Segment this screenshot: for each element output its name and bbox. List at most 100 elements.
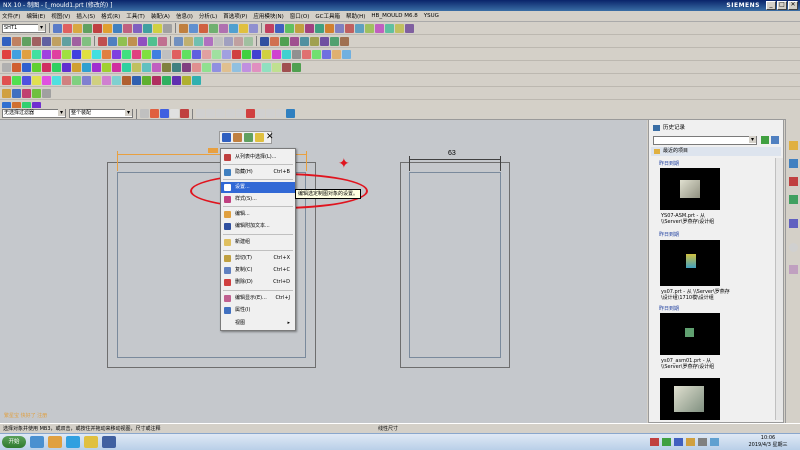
tool-aa-icon[interactable] bbox=[262, 62, 271, 72]
tray-icon-4[interactable] bbox=[686, 438, 695, 446]
tool-m-icon[interactable] bbox=[122, 62, 131, 72]
menu-item-hide[interactable]: 隐藏(H) Ctrl+B bbox=[221, 167, 295, 178]
dim-5-icon[interactable] bbox=[300, 36, 309, 46]
mold-31-icon[interactable] bbox=[302, 49, 311, 59]
point-icon[interactable] bbox=[214, 36, 223, 46]
mold-4-icon[interactable] bbox=[32, 49, 41, 59]
row5-h-icon[interactable] bbox=[72, 75, 81, 85]
spline-icon[interactable] bbox=[315, 23, 324, 33]
grid-icon[interactable] bbox=[184, 36, 193, 46]
maximize-button[interactable]: □ bbox=[777, 1, 787, 10]
layer-icon[interactable] bbox=[194, 36, 203, 46]
tool-x-icon[interactable] bbox=[232, 62, 241, 72]
origin-icon[interactable] bbox=[204, 36, 213, 46]
mold-5-icon[interactable] bbox=[42, 49, 51, 59]
snap-endpoint-icon[interactable] bbox=[196, 109, 205, 118]
snap-icon[interactable] bbox=[174, 36, 183, 46]
row5-d-icon[interactable] bbox=[32, 75, 41, 85]
row5-c-icon[interactable] bbox=[22, 75, 31, 85]
close-button[interactable]: ✕ bbox=[788, 1, 798, 10]
tool-z-icon[interactable] bbox=[252, 62, 261, 72]
menu-applications[interactable]: 应用模块(N) bbox=[253, 12, 283, 20]
note-icon[interactable] bbox=[239, 23, 248, 33]
menu-edit[interactable]: 编辑(E) bbox=[26, 12, 45, 20]
part-thumbnail[interactable] bbox=[660, 313, 720, 355]
projected-view-icon[interactable] bbox=[113, 23, 122, 33]
circle-icon[interactable] bbox=[285, 23, 294, 33]
dim-4-icon[interactable] bbox=[290, 36, 299, 46]
dimension-line[interactable] bbox=[409, 159, 501, 160]
palette-tab-icon[interactable] bbox=[789, 195, 798, 204]
menu-window[interactable]: 窗口(O) bbox=[290, 12, 310, 20]
tool-l-icon[interactable] bbox=[112, 62, 121, 72]
text-style-icon[interactable] bbox=[222, 133, 231, 142]
row5-a-icon[interactable] bbox=[2, 75, 11, 85]
row5-r-icon[interactable] bbox=[172, 75, 181, 85]
tray-icon-1[interactable] bbox=[650, 438, 659, 446]
centerline-icon[interactable] bbox=[179, 23, 188, 33]
start-button[interactable]: 开始 bbox=[2, 436, 26, 448]
mold-19-icon[interactable] bbox=[182, 49, 191, 59]
rectangle-icon[interactable] bbox=[295, 23, 304, 33]
row6-e-icon[interactable] bbox=[42, 88, 51, 98]
minimize-button[interactable]: _ bbox=[766, 1, 776, 10]
dim-9-icon[interactable] bbox=[340, 36, 349, 46]
taskbar-app-1-icon[interactable] bbox=[30, 436, 44, 448]
menu-item-delete[interactable]: 删除(D) Ctrl+D bbox=[221, 277, 295, 288]
part-thumbnail[interactable] bbox=[660, 168, 720, 210]
mold-14-icon[interactable] bbox=[132, 49, 141, 59]
mold-16-icon[interactable] bbox=[152, 49, 161, 59]
tool-ac-icon[interactable] bbox=[282, 62, 291, 72]
tool-n-icon[interactable] bbox=[132, 62, 141, 72]
mold-22-icon[interactable] bbox=[212, 49, 221, 59]
tool-e-icon[interactable] bbox=[42, 62, 51, 72]
tray-icon-5[interactable] bbox=[698, 438, 707, 446]
tool-r-icon[interactable] bbox=[172, 62, 181, 72]
row6-b-icon[interactable] bbox=[12, 88, 21, 98]
mold-33-icon[interactable] bbox=[322, 49, 331, 59]
tool-q-icon[interactable] bbox=[162, 62, 171, 72]
menu-item-style[interactable]: 样式(S)... bbox=[221, 194, 295, 205]
drawing-canvas[interactable]: 63 ✦ 繁星宝 快好了 注册 bbox=[0, 119, 647, 423]
dim-6-icon[interactable] bbox=[310, 36, 319, 46]
mold-icon[interactable] bbox=[2, 49, 11, 59]
menu-info[interactable]: 信息(I) bbox=[176, 12, 193, 20]
palette-icon[interactable] bbox=[771, 136, 779, 144]
dim-7-icon[interactable] bbox=[320, 36, 329, 46]
menu-item-edit[interactable]: 编辑... bbox=[221, 209, 295, 220]
tool-ab-icon[interactable] bbox=[272, 62, 281, 72]
extend-icon[interactable] bbox=[355, 23, 364, 33]
mold-26-icon[interactable] bbox=[252, 49, 261, 59]
select-face-icon[interactable] bbox=[170, 109, 179, 118]
mold-32-icon[interactable] bbox=[312, 49, 321, 59]
right-view-inner-frame[interactable] bbox=[409, 172, 501, 358]
weld-icon[interactable] bbox=[249, 23, 258, 33]
menu-item-select-from-list[interactable]: 从列表中选择(L)... bbox=[221, 152, 295, 163]
plane-icon[interactable] bbox=[234, 36, 243, 46]
menu-preferences[interactable]: 首选项(P) bbox=[223, 12, 247, 20]
select-feature-icon[interactable] bbox=[150, 109, 159, 118]
menu-item-view[interactable]: 视图 ▸ bbox=[221, 318, 295, 329]
mold-10-icon[interactable] bbox=[92, 49, 101, 59]
snap-intersect-icon[interactable] bbox=[236, 109, 245, 118]
tool-w-icon[interactable] bbox=[222, 62, 231, 72]
history-tab-icon[interactable] bbox=[789, 141, 798, 150]
row6-d-icon[interactable] bbox=[32, 88, 41, 98]
mold-24-icon[interactable] bbox=[232, 49, 241, 59]
mold-7-icon[interactable] bbox=[62, 49, 71, 59]
angular-dimension-icon[interactable] bbox=[42, 36, 51, 46]
snap-curve-icon[interactable] bbox=[226, 109, 235, 118]
snap-quadrant-icon[interactable] bbox=[256, 109, 265, 118]
move-view-icon[interactable] bbox=[163, 23, 172, 33]
csys-icon[interactable] bbox=[244, 36, 253, 46]
section-view-icon[interactable] bbox=[83, 23, 92, 33]
tool-g-icon[interactable] bbox=[62, 62, 71, 72]
tool-y-icon[interactable] bbox=[242, 62, 251, 72]
history-combo[interactable] bbox=[653, 136, 757, 145]
fillet-icon[interactable] bbox=[325, 23, 334, 33]
menu-item-edit-display[interactable]: 编辑显示(E)... Ctrl+J bbox=[221, 293, 295, 304]
menu-view[interactable]: 视图(V) bbox=[51, 12, 70, 20]
arc-length-icon[interactable] bbox=[72, 36, 81, 46]
row5-k-icon[interactable] bbox=[102, 75, 111, 85]
mold-35-icon[interactable] bbox=[342, 49, 351, 59]
